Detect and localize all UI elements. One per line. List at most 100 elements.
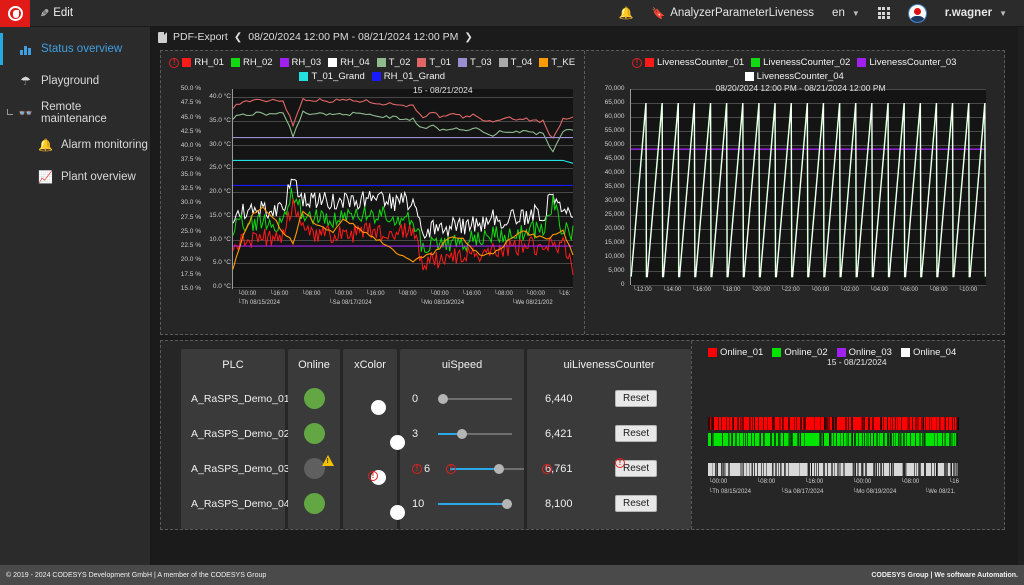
chart1-xtick: └16:00 xyxy=(365,291,385,297)
sidebar-label: Alarm monitoring xyxy=(61,139,148,151)
chart1-legend-item-0: ! RH_01 xyxy=(169,57,224,68)
codesys-logo[interactable] xyxy=(0,0,30,27)
strips-legend-item-3: Online_04 xyxy=(900,347,956,358)
strip-tick xyxy=(851,417,853,430)
vertical-scrollbar[interactable] xyxy=(1018,27,1024,565)
sidebar-item-playground[interactable]: ☂ Playground xyxy=(0,65,150,97)
legend-swatch xyxy=(772,348,782,357)
plant-icon: 📈 xyxy=(38,170,53,184)
strip-tick xyxy=(808,463,810,476)
slider-fill xyxy=(438,432,459,435)
column-header-uispeed: uiSpeed xyxy=(441,359,483,371)
range-next-button[interactable]: ❯ xyxy=(464,32,472,43)
strip-tick xyxy=(846,433,848,446)
strip-tick xyxy=(804,433,806,446)
apps-button[interactable] xyxy=(869,0,899,27)
language-selector[interactable]: en ▼ xyxy=(823,0,869,27)
slider-handle[interactable] xyxy=(493,463,504,474)
legend-swatch xyxy=(498,58,508,67)
xcolor-cell xyxy=(343,486,405,521)
liveness-counter-chart[interactable]: ! LivenessCounter_01 LivenessCounter_02 Liv… xyxy=(585,51,1005,334)
strip-tick xyxy=(949,433,951,446)
uispeed-slider[interactable] xyxy=(438,427,512,441)
uispeed-value: 6 xyxy=(424,462,431,475)
tree-branch-icon xyxy=(7,109,13,115)
strip-tick xyxy=(915,433,917,446)
error-icon: ! xyxy=(542,463,552,474)
language-label: en xyxy=(832,7,845,19)
strip-tick xyxy=(762,463,765,476)
uispeed-slider[interactable] xyxy=(438,497,512,511)
strip-tick xyxy=(857,463,859,476)
bookmark-item[interactable]: 🔖 AnalyzerParameterLiveness xyxy=(643,0,824,27)
user-menu[interactable]: r.wagner ▼ xyxy=(936,0,1016,27)
strip-tick xyxy=(766,417,768,430)
strip-tick xyxy=(751,433,753,446)
sidebar-item-remote-maintenance[interactable]: 👓 Remote maintenance xyxy=(0,97,150,129)
online-status-strips[interactable]: Online_01 Online_02 Online_03 Online_04 15 … xyxy=(691,341,996,529)
strip-tick xyxy=(733,417,735,430)
reset-button[interactable]: Reset xyxy=(615,390,658,407)
trend-chart-temperature-humidity[interactable]: ! RH_01 RH_02 RH_03 RH_04 T_02 T_01 T_03 T_04 T_K… xyxy=(161,51,585,334)
strips-xtick: └08:00 xyxy=(756,479,776,485)
series-T_KE xyxy=(232,206,574,270)
strip-tick xyxy=(708,417,710,430)
strip-tick xyxy=(799,433,801,446)
strip-tick xyxy=(853,433,856,446)
strip-tick xyxy=(920,463,922,476)
column-uispeed: uiSpeed 0 3! 6! 10 xyxy=(400,349,524,529)
strip-tick xyxy=(759,433,761,446)
alarm-bell-icon: 🔔 xyxy=(38,138,53,152)
uilivenesscounter-cell: 6,761! Reset! xyxy=(527,451,691,486)
reset-button[interactable]: Reset xyxy=(615,425,658,442)
uispeed-slider[interactable]: ! xyxy=(446,462,524,476)
slider-fill xyxy=(438,502,506,505)
sidebar-item-status-overview[interactable]: Status overview xyxy=(0,33,150,65)
strip-tick xyxy=(899,433,901,446)
xcolor-cell: ! xyxy=(343,451,397,486)
strip-tick xyxy=(798,433,800,446)
legend-label: T_01_Grand xyxy=(311,71,365,82)
strip-tick xyxy=(761,463,763,476)
sidebar-item-alarm-monitoring[interactable]: 🔔 Alarm monitoring xyxy=(0,129,150,161)
strips-plot: 15 - 08/21/2024 └00:00 └08:00 └16:00 └00:00 └… xyxy=(692,357,997,519)
error-icon: ! xyxy=(632,57,643,68)
strip-tick xyxy=(728,417,730,430)
strips-xday: └Th 08/15/2024 xyxy=(708,489,751,495)
strip-tick xyxy=(739,433,741,446)
chart1-series xyxy=(232,97,574,275)
strip-tick xyxy=(783,433,785,446)
slider-handle[interactable] xyxy=(502,498,512,509)
chart2-legend: ! LivenessCounter_01 LivenessCounter_02 Liv… xyxy=(585,51,1005,84)
strip-tick xyxy=(747,433,749,446)
uispeed-slider[interactable] xyxy=(438,392,512,406)
strip-tick xyxy=(741,463,743,476)
chart1-xtick: └00:00 xyxy=(333,291,353,297)
pdf-export-label[interactable]: PDF-Export xyxy=(173,31,228,43)
strip-tick xyxy=(711,463,713,476)
reset-button[interactable]: Reset xyxy=(615,495,658,512)
chart2-xtick: └20:00 xyxy=(750,287,771,293)
strips-xday: └Sa 08/17/2024 xyxy=(780,489,824,495)
slider-handle[interactable] xyxy=(438,393,448,404)
uilivenesscounter-cell: 6,440 Reset xyxy=(527,381,691,416)
slider-handle[interactable] xyxy=(457,428,468,439)
strips-legend-item-0: Online_01 xyxy=(708,347,763,358)
legend-swatch xyxy=(328,58,338,67)
account-button[interactable] xyxy=(899,0,936,27)
chart1-xtick: └08:00 xyxy=(493,291,513,297)
range-prev-button[interactable]: ❮ xyxy=(234,32,242,43)
strip-tick xyxy=(913,463,915,476)
strip-tick xyxy=(855,433,857,446)
chart1-legend: ! RH_01 RH_02 RH_03 RH_04 T_02 T_01 T_03 T_04 T_K… xyxy=(161,51,584,84)
notifications-button[interactable]: 🔔 xyxy=(610,0,643,27)
bell-icon: 🔔 xyxy=(618,6,634,20)
legend-label: RH_04 xyxy=(340,57,370,68)
chart1-legend-item-10: RH_01_Grand xyxy=(371,71,445,82)
strip-tick xyxy=(935,463,937,476)
legend-swatch xyxy=(458,58,468,67)
sidebar-item-plant-overview[interactable]: 📈 Plant overview xyxy=(0,161,150,193)
edit-button[interactable]: ✎ Edit xyxy=(30,0,83,27)
pdf-export-icon[interactable] xyxy=(158,31,167,43)
strip-tick xyxy=(956,463,958,476)
